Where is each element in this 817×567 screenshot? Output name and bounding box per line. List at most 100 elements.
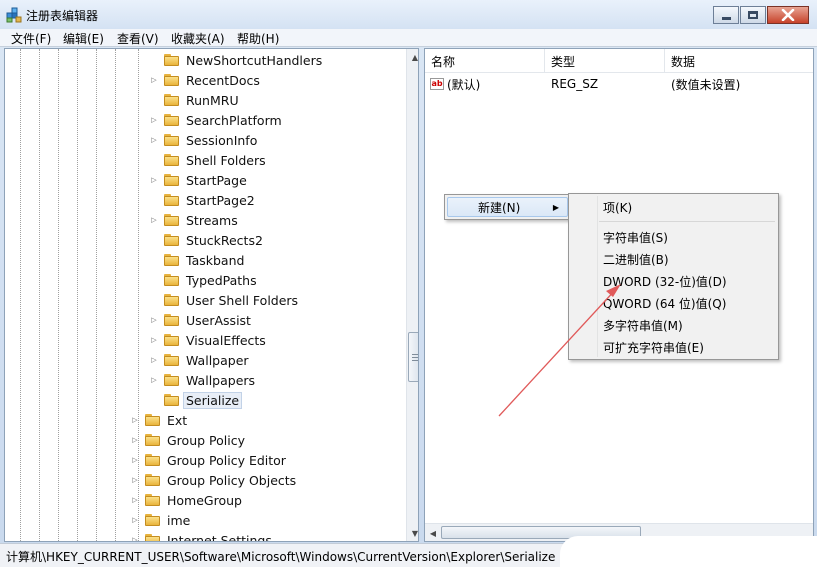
tree-item-label: Group Policy (167, 432, 245, 448)
tree-guide (115, 49, 116, 541)
expand-arrow-icon[interactable]: ▷ (149, 130, 159, 150)
key-tree: NewShortcutHandlers ▷ RecentDocs RunMRU ▷ Sea… (4, 48, 419, 542)
tree-item-label: SearchPlatform (186, 112, 282, 128)
context-new-item[interactable]: 新建(N) ▶ (447, 197, 568, 217)
menu-file[interactable]: 文件(F) (11, 30, 51, 47)
tree-item[interactable]: ▷ Group Policy (130, 430, 247, 450)
tree-item[interactable]: ▷ Internet Settings (130, 530, 274, 541)
submenu-expandable-string-value[interactable]: 可扩充字符串值(E) (571, 337, 776, 357)
tree-item[interactable]: ▷ SessionInfo (149, 130, 259, 150)
corner-overlay (560, 536, 817, 567)
tree-item[interactable]: ▷ VisualEffects (149, 330, 268, 350)
submenu-key[interactable]: 项(K) (571, 197, 776, 217)
tree-item[interactable]: ▷ UserAssist (149, 310, 253, 330)
tree-vertical-scrollbar[interactable]: ▲ ▼ (406, 49, 418, 541)
submenu-qword-value[interactable]: QWORD (64 位)值(Q) (571, 293, 776, 313)
window-controls (713, 6, 809, 25)
tree-item-label: Wallpapers (186, 372, 256, 388)
scroll-left-arrow-icon[interactable]: ◀ (425, 525, 441, 541)
tree-item-label: User Shell Folders (186, 292, 299, 308)
expand-arrow-icon[interactable]: ▷ (149, 350, 159, 370)
submenu-dword-value[interactable]: DWORD (32-位)值(D) (571, 271, 776, 291)
tree-item-label: Shell Folders (186, 152, 266, 168)
folder-icon (145, 474, 160, 486)
tree-item[interactable]: ▷ StartPage (149, 170, 249, 190)
expand-arrow-icon[interactable]: ▷ (149, 110, 159, 130)
tree-item[interactable]: ▷ Wallpapers (149, 370, 257, 390)
expand-arrow-icon[interactable]: ▷ (149, 210, 159, 230)
maximize-button[interactable] (740, 6, 766, 24)
expand-arrow-icon[interactable]: ▷ (130, 410, 140, 430)
scroll-down-arrow-icon[interactable]: ▼ (407, 525, 418, 541)
value-row[interactable]: ab (默认) REG_SZ (数值未设置) (425, 74, 813, 94)
submenu-binary-value-label: 二进制值(B) (603, 252, 669, 267)
registry-editor-icon (6, 7, 22, 23)
tree-item[interactable]: TypedPaths (149, 270, 259, 290)
expand-arrow-icon[interactable]: ▷ (149, 370, 159, 390)
submenu-binary-value[interactable]: 二进制值(B) (571, 249, 776, 269)
tree-item[interactable]: ▷ Group Policy Editor (130, 450, 288, 470)
tree-item[interactable]: ▷ SearchPlatform (149, 110, 284, 130)
tree-item[interactable]: StartPage2 (149, 190, 257, 210)
tree-scroll-thumb[interactable] (408, 332, 418, 382)
folder-icon (164, 294, 179, 306)
tree-item[interactable]: ▷ RecentDocs (149, 70, 262, 90)
expand-arrow-icon[interactable]: ▷ (130, 490, 140, 510)
list-header: 名称 类型 数据 (425, 49, 813, 73)
tree-item-label: Ext (167, 412, 188, 428)
tree-item-label: Wallpaper (186, 352, 249, 368)
tree-item-label: StartPage (186, 172, 247, 188)
registry-editor-window: 注册表编辑器 文件(F) 编辑(E) 查看(V) 收藏夹(A) 帮助(H) Ne… (0, 0, 817, 567)
expand-arrow-icon[interactable]: ▷ (130, 450, 140, 470)
expand-arrow-icon[interactable]: ▷ (130, 510, 140, 530)
tree-item[interactable]: Shell Folders (149, 150, 268, 170)
tree-item[interactable]: Taskband (149, 250, 246, 270)
menu-edit[interactable]: 编辑(E) (63, 30, 104, 47)
tree-item-label: Streams (186, 212, 238, 228)
tree-item[interactable]: ▷ Ext (130, 410, 189, 430)
tree-item[interactable]: ▷ ime (130, 510, 192, 530)
scroll-up-arrow-icon[interactable]: ▲ (407, 49, 418, 65)
string-value-icon: ab (430, 78, 444, 90)
tree-item[interactable]: Serialize (149, 390, 243, 410)
tree-item[interactable]: ▷ Wallpaper (149, 350, 251, 370)
close-button[interactable] (767, 6, 809, 24)
submenu-string-value[interactable]: 字符串值(S) (571, 227, 776, 247)
expand-arrow-icon[interactable]: ▷ (149, 330, 159, 350)
expand-arrow-icon[interactable]: ▷ (149, 310, 159, 330)
folder-icon (164, 94, 179, 106)
expand-arrow-icon[interactable]: ▷ (149, 70, 159, 90)
menu-help[interactable]: 帮助(H) (237, 30, 279, 47)
tree-item-label: StartPage2 (186, 192, 255, 208)
folder-icon (164, 134, 179, 146)
tree-item[interactable]: User Shell Folders (149, 290, 300, 310)
column-name[interactable]: 名称 (425, 49, 545, 73)
tree-item[interactable]: RunMRU (149, 90, 241, 110)
expand-arrow-icon[interactable]: ▷ (130, 430, 140, 450)
column-type[interactable]: 类型 (545, 49, 665, 73)
tree-item[interactable]: StuckRects2 (149, 230, 265, 250)
expand-arrow-icon[interactable]: ▷ (149, 170, 159, 190)
menu-view[interactable]: 查看(V) (117, 30, 159, 47)
submenu-multi-string-value[interactable]: 多字符串值(M) (571, 315, 776, 335)
column-data[interactable]: 数据 (665, 49, 813, 73)
expand-arrow-icon[interactable]: ▷ (130, 530, 140, 541)
tree-item[interactable]: ▷ HomeGroup (130, 490, 244, 510)
tree-item-label: RecentDocs (186, 72, 260, 88)
menu-favorites[interactable]: 收藏夹(A) (171, 30, 225, 47)
expand-arrow-icon[interactable]: ▷ (130, 470, 140, 490)
folder-icon (164, 54, 179, 66)
tree-item-label: UserAssist (186, 312, 251, 328)
window-title: 注册表编辑器 (26, 9, 99, 23)
tree-item[interactable]: ▷ Streams (149, 210, 240, 230)
tree-item[interactable]: ▷ Group Policy Objects (130, 470, 298, 490)
tree-item[interactable]: NewShortcutHandlers (149, 50, 324, 70)
minimize-button[interactable] (713, 6, 739, 24)
folder-icon (164, 114, 179, 126)
value-data: (数值未设置) (671, 77, 741, 92)
